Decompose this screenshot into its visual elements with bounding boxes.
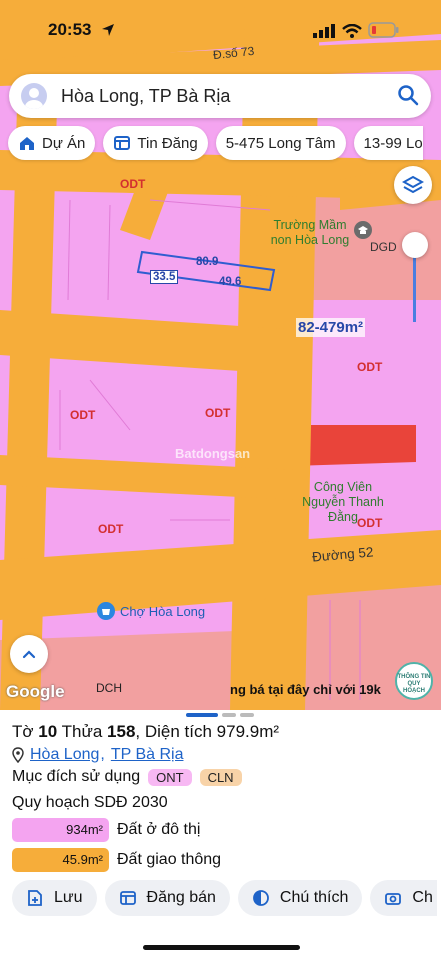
home-indicator <box>143 945 300 950</box>
tag-cln: CLN <box>199 768 242 786</box>
tag-ont: ONT <box>148 768 192 786</box>
dimension-label: 49.6 <box>219 276 242 288</box>
dimension-label: 33.5 <box>150 270 179 284</box>
location-pin-icon <box>12 747 24 763</box>
post-listing-icon <box>119 891 136 905</box>
chip-label: 13-99 Lo <box>363 134 423 152</box>
plan-row: 45.9m² Đất giao thông <box>12 848 221 872</box>
school-poi[interactable]: Trường Mầm non Hòa Long <box>268 218 352 248</box>
post-listing-button[interactable]: Đăng bán <box>104 880 230 916</box>
plan-title: Quy hoạch SDĐ 2030 <box>12 794 168 811</box>
separator: , <box>100 746 105 763</box>
parcel-info-sheet: Tờ 10 Thửa 158, Diện tích 979.9m² Hòa Lo… <box>0 710 441 960</box>
wifi-icon <box>342 23 362 43</box>
chip-label: 5-475 Long Tâm <box>225 134 336 152</box>
expand-button[interactable] <box>10 635 48 673</box>
pager-dot <box>186 713 218 717</box>
ad-ticker[interactable]: ng bá tại đây chỉ với 19k <box>230 682 381 697</box>
chip-lo[interactable]: 13-99 Lo <box>353 126 423 160</box>
zone-label: ODT <box>120 177 146 191</box>
chip-du-an[interactable]: Dự Án <box>8 126 96 160</box>
plan-area: 45.9m² <box>12 848 109 872</box>
location-line: Hòa Long, TP Bà Rịa <box>12 745 183 764</box>
watermark-label: Batdongsan <box>175 446 251 461</box>
camera-icon <box>385 893 402 905</box>
planning-info-label: THÔNG TIN QUY HOẠCH <box>397 674 431 694</box>
park-label: Công Viên Nguyễn Thanh Đằng <box>302 480 384 524</box>
dimension-label: 80.9 <box>196 256 219 268</box>
sheet-number: 10 <box>38 722 58 741</box>
post-listing-label: Đăng bán <box>146 889 216 906</box>
plan-label: Đất ở đô thị <box>117 821 201 838</box>
planning-info-button[interactable]: THÔNG TIN QUY HOẠCH <box>395 662 433 700</box>
avatar-icon[interactable] <box>21 83 47 109</box>
battery-icon <box>368 22 400 43</box>
save-label: Lưu <box>54 889 83 906</box>
plan-area: 934m² <box>12 818 109 842</box>
zone-label: DGD <box>370 240 397 254</box>
legend-label: Chú thích <box>279 889 349 906</box>
chevron-up-icon <box>22 650 36 659</box>
legend-icon <box>253 890 269 906</box>
market-label[interactable]: Chợ Hòa Long <box>120 604 205 619</box>
search-bar[interactable]: Hòa Long, TP Bà Rịa <box>9 74 431 118</box>
zone-label: ODT <box>357 360 383 374</box>
area-text: , Diện tích 979.9m² <box>135 722 280 741</box>
zone-label: DCH <box>96 681 122 695</box>
listing-icon <box>114 136 131 150</box>
chip-tin-dang[interactable]: Tin Đăng <box>103 126 208 160</box>
sheet-prefix: Tờ <box>12 722 34 741</box>
land-use-purpose: Mục đích sử dụng ONT CLN <box>12 768 242 786</box>
signal-icon <box>312 24 336 43</box>
parcel-title: Tờ 10 Thửa 158, Diện tích 979.9m² <box>12 722 279 742</box>
chip-label: Tin Đăng <box>137 134 198 152</box>
save-button[interactable]: Lưu <box>12 880 97 916</box>
chip-long-tam[interactable]: 5-475 Long Tâm <box>215 126 346 160</box>
pager-dot <box>222 713 236 717</box>
zone-label: ODT <box>70 408 96 422</box>
action-bar: Lưu Đăng bán Chú thích Ch <box>12 880 437 916</box>
status-time: 20:53 <box>48 20 92 39</box>
plan-label: Đất giao thông <box>117 851 222 868</box>
plot-prefix: Thửa <box>61 722 103 741</box>
park-poi[interactable]: Công Viên Nguyễn Thanh Đằng <box>300 480 386 525</box>
status-bar: 20:53 <box>0 0 441 64</box>
location-arrow-icon <box>101 23 115 42</box>
city-link[interactable]: TP Bà Rịa <box>111 746 184 764</box>
house-icon <box>20 137 34 150</box>
legend-button[interactable]: Chú thích <box>237 880 363 916</box>
save-icon <box>28 890 42 906</box>
school-label: Trường Mầm non Hòa Long <box>270 218 350 247</box>
zone-label: ODT <box>205 406 231 420</box>
area-range-label: 82-479m² <box>296 318 366 337</box>
zone-label: ODT <box>98 522 124 536</box>
camera-label: Ch <box>412 889 433 906</box>
search-icon[interactable] <box>397 84 419 111</box>
search-input[interactable]: Hòa Long, TP Bà Rịa <box>61 86 230 107</box>
camera-button[interactable]: Ch <box>370 880 437 916</box>
chip-label: Dự Án <box>42 134 86 152</box>
plan-row: 934m² Đất ở đô thị <box>12 818 200 842</box>
layers-icon <box>402 175 424 194</box>
plot-number: 158 <box>107 722 136 741</box>
purpose-label: Mục đích sử dụng <box>12 768 141 785</box>
ward-link[interactable]: Hòa Long <box>30 746 99 764</box>
opacity-slider-handle[interactable] <box>402 232 428 258</box>
google-logo: Google <box>6 682 65 701</box>
filter-chips: Dự Án Tin Đăng 5-475 Long Tâm 13-99 Lo <box>8 126 423 160</box>
pager-dot <box>240 713 254 717</box>
layers-button[interactable] <box>394 166 432 204</box>
